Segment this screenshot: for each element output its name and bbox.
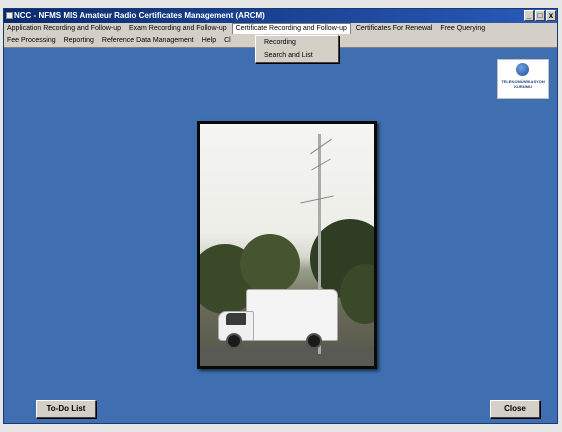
logo-text: TELEKOMÜNİKASYON KURUMU <box>501 79 545 89</box>
minimize-button[interactable]: _ <box>524 10 534 21</box>
main-window: NCC - NFMS MIS Amateur Radio Certificate… <box>3 8 558 424</box>
menu-fee-processing[interactable]: Fee Processing <box>4 35 59 47</box>
window-title: NCC - NFMS MIS Amateur Radio Certificate… <box>14 11 265 20</box>
menu-help[interactable]: Help <box>199 35 219 47</box>
certificate-dropdown-menu: Recording Search and List <box>255 35 339 63</box>
title-bar[interactable]: NCC - NFMS MIS Amateur Radio Certificate… <box>4 9 557 23</box>
menu-application-recording[interactable]: Application Recording and Follow-up <box>4 23 124 35</box>
window-controls: _ □ x <box>524 10 556 21</box>
menu-certificates-renewal[interactable]: Certificates For Renewal <box>353 23 436 35</box>
menu-bar-row-1: Application Recording and Follow-up Exam… <box>4 23 557 35</box>
organization-logo: TELEKOMÜNİKASYON KURUMU <box>497 59 549 99</box>
close-button[interactable]: Close <box>490 400 540 418</box>
menu-reference-data[interactable]: Reference Data Management <box>99 35 197 47</box>
dropdown-item-search-list[interactable]: Search and List <box>256 49 338 62</box>
todo-list-button[interactable]: To-Do List <box>36 400 96 418</box>
menu-free-querying[interactable]: Free Querying <box>437 23 488 35</box>
dropdown-item-recording[interactable]: Recording <box>256 36 338 49</box>
app-icon[interactable] <box>6 12 13 19</box>
menu-close-partial[interactable]: Cl <box>221 35 234 47</box>
menu-exam-recording[interactable]: Exam Recording and Follow-up <box>126 23 230 35</box>
menu-certificate-recording[interactable]: Certificate Recording and Follow-up <box>231 23 351 34</box>
van <box>218 289 338 351</box>
close-window-button[interactable]: x <box>546 10 556 21</box>
maximize-button[interactable]: □ <box>535 10 545 21</box>
menu-reporting[interactable]: Reporting <box>61 35 97 47</box>
photo-frame <box>197 121 377 369</box>
globe-icon <box>516 63 529 76</box>
monitoring-van-photo <box>200 124 374 366</box>
